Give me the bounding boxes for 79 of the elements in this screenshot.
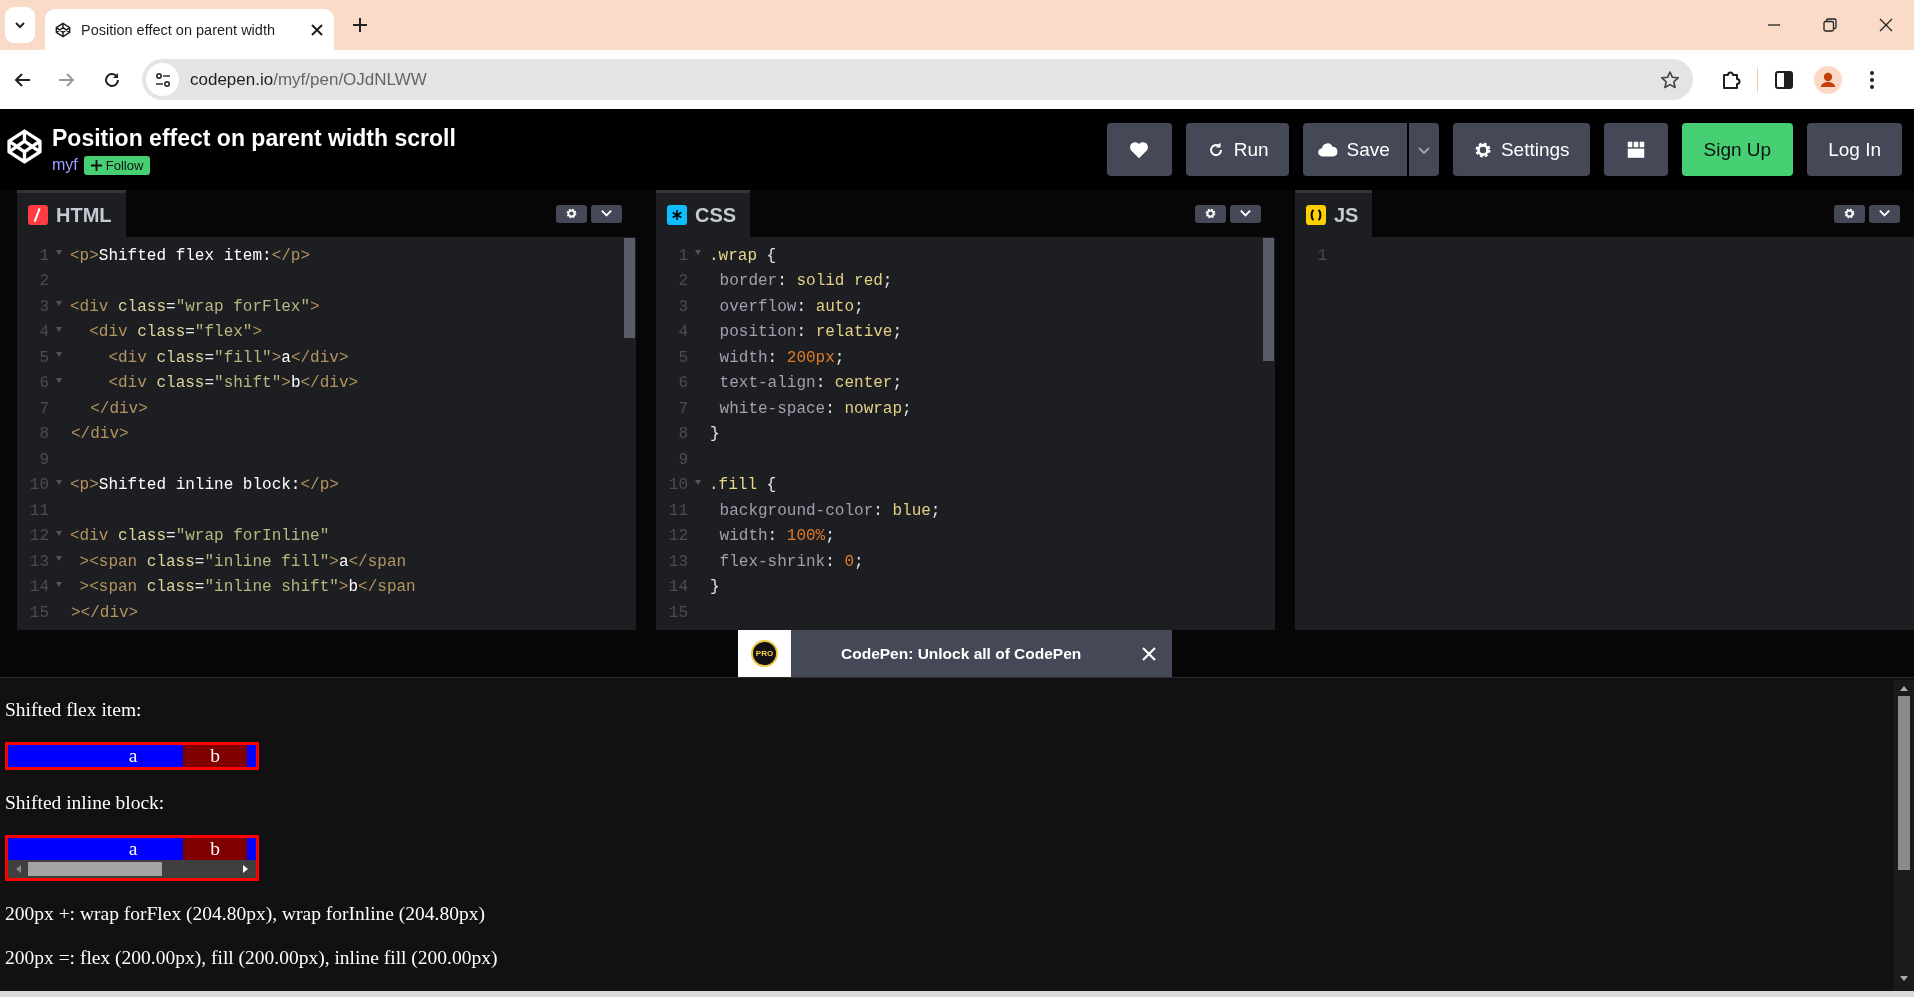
asterisk-icon [667, 205, 687, 225]
code-line: border: solid red; [718, 272, 893, 291]
code-line: ><span class="inline shift">b</span [78, 578, 416, 597]
codepen-logo-icon [55, 21, 71, 38]
code-line: white-space: nowrap; [718, 399, 912, 418]
promo-text: CodePen: Unlock all of CodePen [841, 644, 1082, 663]
settings-button[interactable]: Settings [1452, 123, 1590, 176]
result-text: Shifted flex item: [5, 698, 142, 721]
collapse-button[interactable] [591, 204, 622, 223]
settings-icon [1204, 207, 1217, 220]
code-line: flex-shrink: 0; [718, 552, 864, 571]
collapse-button[interactable] [1869, 204, 1900, 223]
code-line: <div class="shift">b</div> [107, 374, 359, 393]
settings-icon [565, 207, 578, 220]
code-line: .wrap { [709, 246, 777, 265]
horizontal-scrollbar[interactable] [8, 860, 256, 878]
code-line: </div> [71, 425, 129, 444]
layout-button[interactable] [1603, 123, 1668, 176]
side-panel-icon[interactable] [1774, 69, 1794, 90]
site-settings-icon[interactable] [153, 70, 172, 89]
code-line: <p>Shifted inline block:</p> [70, 476, 339, 495]
code-line: position: relative; [718, 323, 903, 342]
tab-list-button[interactable] [5, 7, 35, 43]
back-arrow-icon[interactable] [13, 70, 31, 89]
follow-button[interactable]: Follow [83, 155, 151, 175]
pro-badge: PRO [751, 640, 778, 667]
code-line: <div class="flex"> [88, 323, 263, 342]
braces-icon [1306, 205, 1326, 225]
close-icon[interactable] [310, 22, 324, 37]
result-text: 200px +: wrap forFlex (204.80px), wrap forInline (204.80px) [5, 902, 485, 925]
code-line: background-color: blue; [718, 501, 941, 520]
reload-icon[interactable] [103, 70, 121, 89]
result-text: 200px =: flex (200.00px), fill (200.00px), inline fill (200.00px) [5, 946, 498, 969]
like-button[interactable] [1106, 123, 1172, 176]
editor-tab[interactable]: JS [1295, 190, 1373, 237]
more-menu-icon[interactable] [1869, 69, 1875, 90]
save-button[interactable]: Save [1302, 123, 1407, 176]
code-line: .fill { [709, 476, 777, 495]
editor-tab[interactable]: HTML [17, 190, 126, 237]
code-line: <div class="fill">a</div> [107, 348, 349, 367]
code-line: text-align: center; [718, 374, 903, 393]
slash-icon [28, 205, 48, 225]
new-tab-icon[interactable] [352, 17, 368, 33]
code-line: } [710, 578, 720, 597]
code-line: ></div> [71, 603, 139, 622]
codepen-logo-icon[interactable] [6, 128, 43, 165]
code-line: ><span class="inline fill">a</span [78, 552, 407, 571]
run-button[interactable]: Run [1185, 123, 1289, 176]
chevron-down-icon [1878, 207, 1891, 220]
code-line: width: 200px; [718, 348, 845, 367]
settings-icon [1843, 207, 1856, 220]
collapse-button[interactable] [1230, 204, 1261, 223]
code-line: </div> [89, 399, 148, 418]
author-link[interactable]: myf [52, 156, 78, 174]
code-line: overflow: auto; [718, 297, 864, 316]
code-line: } [710, 425, 720, 444]
code-line: <div class="wrap forFlex"> [70, 297, 320, 316]
chevron-down-icon [1239, 207, 1252, 220]
star-icon[interactable] [1660, 69, 1680, 90]
editor-settings-button[interactable] [556, 204, 587, 223]
code-line: <p>Shifted flex item:</p> [70, 246, 311, 265]
browser-tab[interactable]: Position effect on parent width [45, 9, 334, 50]
pen-title: Position effect on parent width scroll [52, 124, 456, 152]
editor-tab[interactable]: CSS [656, 190, 751, 237]
sign-up-button[interactable]: Sign Up [1681, 123, 1794, 176]
close-icon[interactable] [1879, 18, 1893, 32]
plus-icon [90, 159, 102, 171]
chevron-down-icon [600, 207, 613, 220]
log-in-button[interactable]: Log In [1807, 123, 1902, 176]
shift-block: b [183, 745, 247, 767]
avatar-icon[interactable] [1814, 65, 1842, 94]
editor-settings-button[interactable] [1195, 204, 1226, 223]
restore-icon[interactable] [1823, 18, 1837, 32]
editor-settings-button[interactable] [1834, 204, 1865, 223]
shift-block: b [183, 838, 247, 860]
address-bar[interactable]: codepen.io/myf/pen/OJdNLWW [142, 59, 1693, 100]
code-line: width: 100%; [718, 527, 835, 546]
result-text: Shifted inline block: [5, 791, 165, 814]
code-line: <div class="wrap forInline" [70, 527, 330, 546]
